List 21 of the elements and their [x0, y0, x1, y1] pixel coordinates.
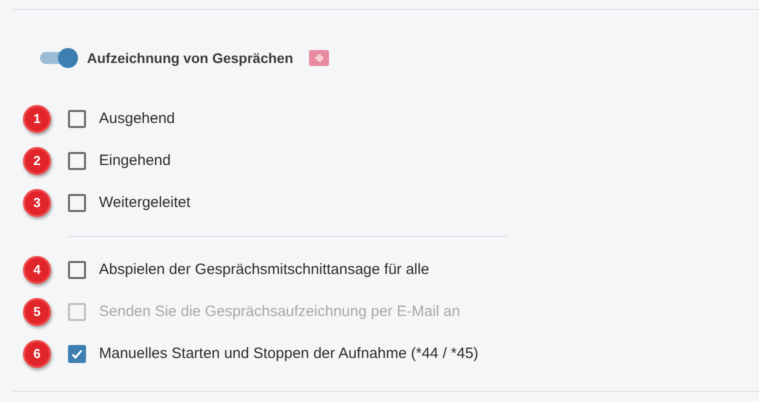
number-marker: 2	[23, 147, 51, 175]
option-label: Eingehend	[99, 150, 171, 171]
checkbox[interactable]	[68, 194, 86, 212]
checkbox[interactable]	[68, 345, 86, 363]
option-label: Abspielen der Gesprächsmitschnittansage für alle	[99, 260, 430, 280]
waveform-icon	[309, 50, 330, 66]
toggle-switch[interactable]	[40, 48, 78, 68]
checkbox[interactable]	[68, 110, 86, 128]
number-marker: 1	[23, 105, 51, 133]
section-title: Aufzeichnung von Gesprächen	[87, 48, 294, 68]
check-icon	[70, 347, 84, 361]
number-marker: 6	[23, 340, 51, 368]
option-label: Weitergeleitet	[99, 192, 190, 213]
option-label: Senden Sie die Gesprächsaufzeichnung per E-Mail an	[99, 302, 460, 322]
number-marker: 3	[23, 189, 51, 217]
number-marker: 5	[23, 298, 51, 326]
checkbox[interactable]	[68, 261, 86, 279]
option-label: Ausgehend	[99, 108, 175, 129]
checkbox[interactable]	[68, 152, 86, 170]
number-marker: 4	[23, 256, 51, 284]
option-label: Manuelles Starten und Stoppen der Aufnahme (*44 / *45)	[99, 344, 478, 364]
